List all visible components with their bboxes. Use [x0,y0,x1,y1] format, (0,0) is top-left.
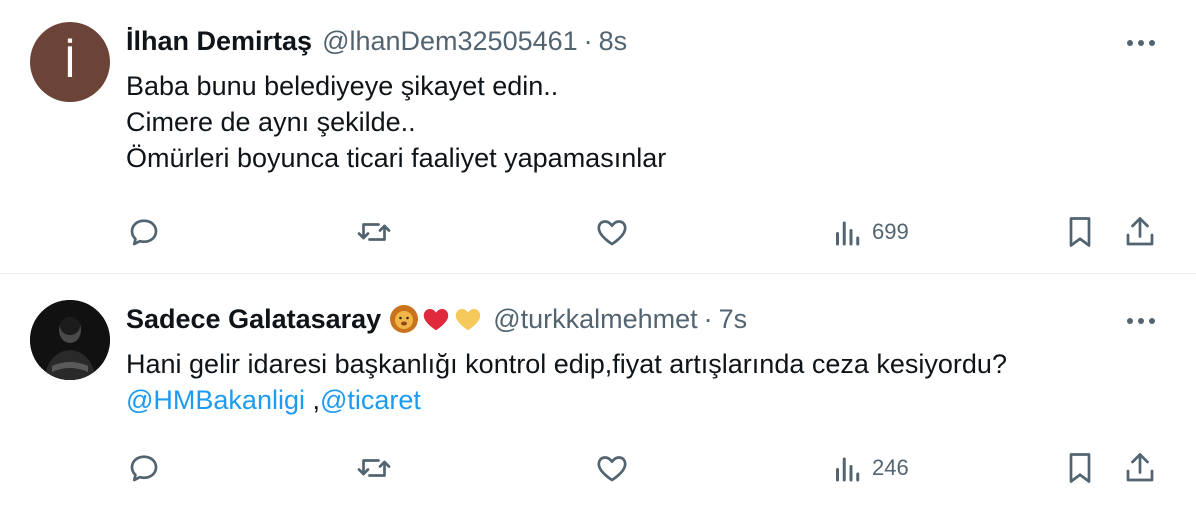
views-button[interactable]: 246 [830,448,909,488]
bookmark-button[interactable] [1062,448,1098,488]
mention-link[interactable]: @HMBakanligi [126,385,305,415]
reply-button[interactable] [126,448,162,488]
like-icon [597,220,627,246]
tweet-actions: 246 [126,448,1166,488]
tweet-line: Cimere de aynı şekilde.. [126,107,416,137]
mention-link[interactable]: @ticaret [320,385,421,415]
avatar-photo [30,300,110,380]
reply-button[interactable] [126,212,162,252]
tweet-line: Hani gelir idaresi başkanlığı kontrol ed… [126,349,1007,379]
views-button[interactable]: 699 [830,212,909,252]
views-count: 699 [872,219,909,244]
bookmark-icon [1069,217,1091,247]
timestamp[interactable]: 7s [719,302,748,336]
views-icon [836,221,860,246]
views-icon [836,457,860,482]
tweet-text: Hani gelir idaresi başkanlığı kontrol ed… [126,346,1007,418]
yellow-heart-emoji [455,309,481,331]
reply-icon [130,219,158,246]
timestamp[interactable]: 8s [599,24,628,58]
display-name[interactable]: İlhan Demirtaş [126,24,312,58]
user-handle[interactable]: @lhanDem32505461 [322,24,578,58]
tweet-text: Baba bunu belediyeye şikayet edin.. Cime… [126,68,666,176]
retweet-button[interactable] [356,212,392,252]
tweet[interactable]: İ İlhan Demirtaş @lhanDem32505461 · 8s B… [0,0,1196,274]
display-name[interactable]: Sadece Galatasaray [126,302,381,336]
share-icon [1126,217,1154,246]
share-button[interactable] [1122,448,1158,488]
mention-separator: , [304,385,320,415]
tweet-actions: 699 [126,212,1166,252]
avatar[interactable]: İ [30,22,110,102]
tweet[interactable]: Sadece Galatasaray @turkkalmehmet · 7s H… [0,274,1196,520]
red-heart-emoji [423,309,449,331]
retweet-icon [357,223,391,241]
avatar-initial: İ [63,37,77,87]
like-button[interactable] [594,212,630,252]
retweet-button[interactable] [356,448,392,488]
share-button[interactable] [1122,212,1158,252]
user-handle[interactable]: @turkkalmehmet [493,302,697,336]
more-icon [1127,318,1155,324]
bookmark-button[interactable] [1062,212,1098,252]
like-icon [597,456,627,482]
avatar[interactable] [30,300,110,380]
like-button[interactable] [594,448,630,488]
tweet-header: Sadece Galatasaray @turkkalmehmet · 7s [126,302,747,336]
separator-dot: · [703,304,713,334]
reply-icon [130,455,158,482]
views-count: 246 [872,455,909,480]
more-button[interactable] [1124,26,1158,60]
more-button[interactable] [1124,304,1158,338]
mention-line: @HMBakanligi ,@ticaret [126,382,1007,418]
bookmark-icon [1069,453,1091,483]
share-icon [1126,453,1154,482]
more-icon [1127,40,1155,46]
separator-dot: · [583,26,593,56]
lion-emoji [390,305,419,333]
retweet-icon [357,459,391,477]
tweet-line: Ömürleri boyunca ticari faaliyet yapamas… [126,143,667,173]
tweet-header: İlhan Demirtaş @lhanDem32505461 · 8s [126,24,627,58]
tweet-line: Baba bunu belediyeye şikayet edin.. [126,71,559,101]
name-emojis [389,304,483,334]
